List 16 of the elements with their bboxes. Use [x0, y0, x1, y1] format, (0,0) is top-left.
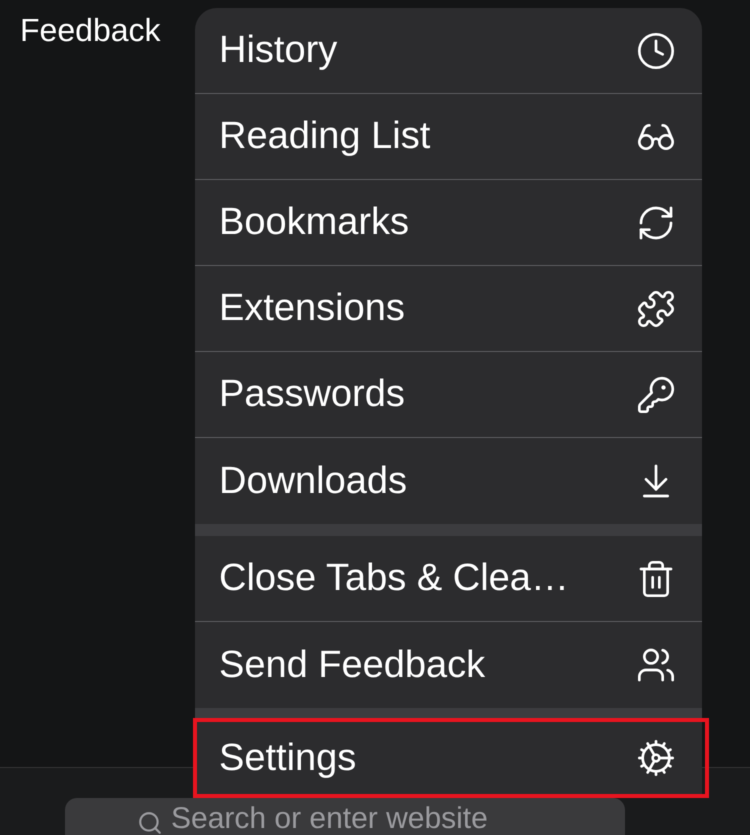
menu-item[interactable]: History	[195, 8, 702, 94]
menu-item[interactable]: Passwords	[195, 352, 702, 438]
search-field[interactable]: Search or enter website	[65, 798, 625, 835]
menu-item[interactable]: Downloads	[195, 438, 702, 524]
menu-item[interactable]: Extensions	[195, 266, 702, 352]
menu-item[interactable]: Bookmarks	[195, 180, 702, 266]
menu-item[interactable]: Reading List	[195, 94, 702, 180]
menu-item[interactable]: Close Tabs & Clea…	[195, 536, 702, 622]
search-icon	[137, 810, 163, 835]
gear-icon	[636, 738, 676, 778]
key-icon	[636, 374, 676, 414]
menu-item[interactable]: Send Feedback	[195, 622, 702, 708]
feedback-label: Feedback	[20, 12, 161, 49]
menu-item[interactable]: Settings	[195, 720, 707, 796]
clock-icon	[636, 30, 676, 70]
puzzle-icon	[636, 288, 676, 328]
